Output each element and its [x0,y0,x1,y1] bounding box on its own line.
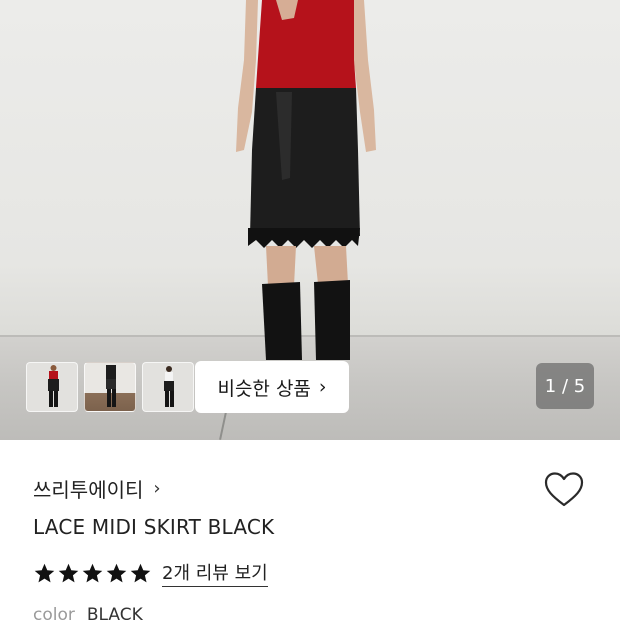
thumbnail-1[interactable] [26,362,78,412]
similar-products-label: 비슷한 상품 [217,377,311,400]
rating-stars [33,562,152,585]
thumbnail-2[interactable] [84,362,136,412]
product-title: LACE MIDI SKIRT BLACK [33,515,275,539]
image-page-indicator: 1 / 5 [536,363,594,409]
color-option: color BLACK [33,605,143,620]
rating-row: 2개 리뷰 보기 [33,559,268,587]
chevron-right-icon: › [153,478,161,499]
review-link[interactable]: 2개 리뷰 보기 [162,559,268,587]
heart-outline-icon [544,472,584,507]
star-filled-icon [58,563,79,582]
product-image-gallery[interactable]: 비슷한 상품 › 1 / 5 [0,0,620,440]
brand-link[interactable]: 쓰리투에이티 › [33,474,161,503]
option-value: BLACK [86,605,143,620]
star-filled-icon [34,563,55,582]
brand-name: 쓰리투에이티 [33,478,144,502]
thumbnail-strip [26,362,194,412]
thumbnail-3[interactable] [142,362,194,412]
chevron-right-icon: › [318,376,327,398]
star-filled-icon [106,563,127,582]
similar-products-button[interactable]: 비슷한 상품 › [195,361,349,413]
wishlist-button[interactable] [543,470,585,512]
star-filled-icon [130,563,151,582]
star-filled-icon [82,563,103,582]
option-label: color [33,605,75,620]
